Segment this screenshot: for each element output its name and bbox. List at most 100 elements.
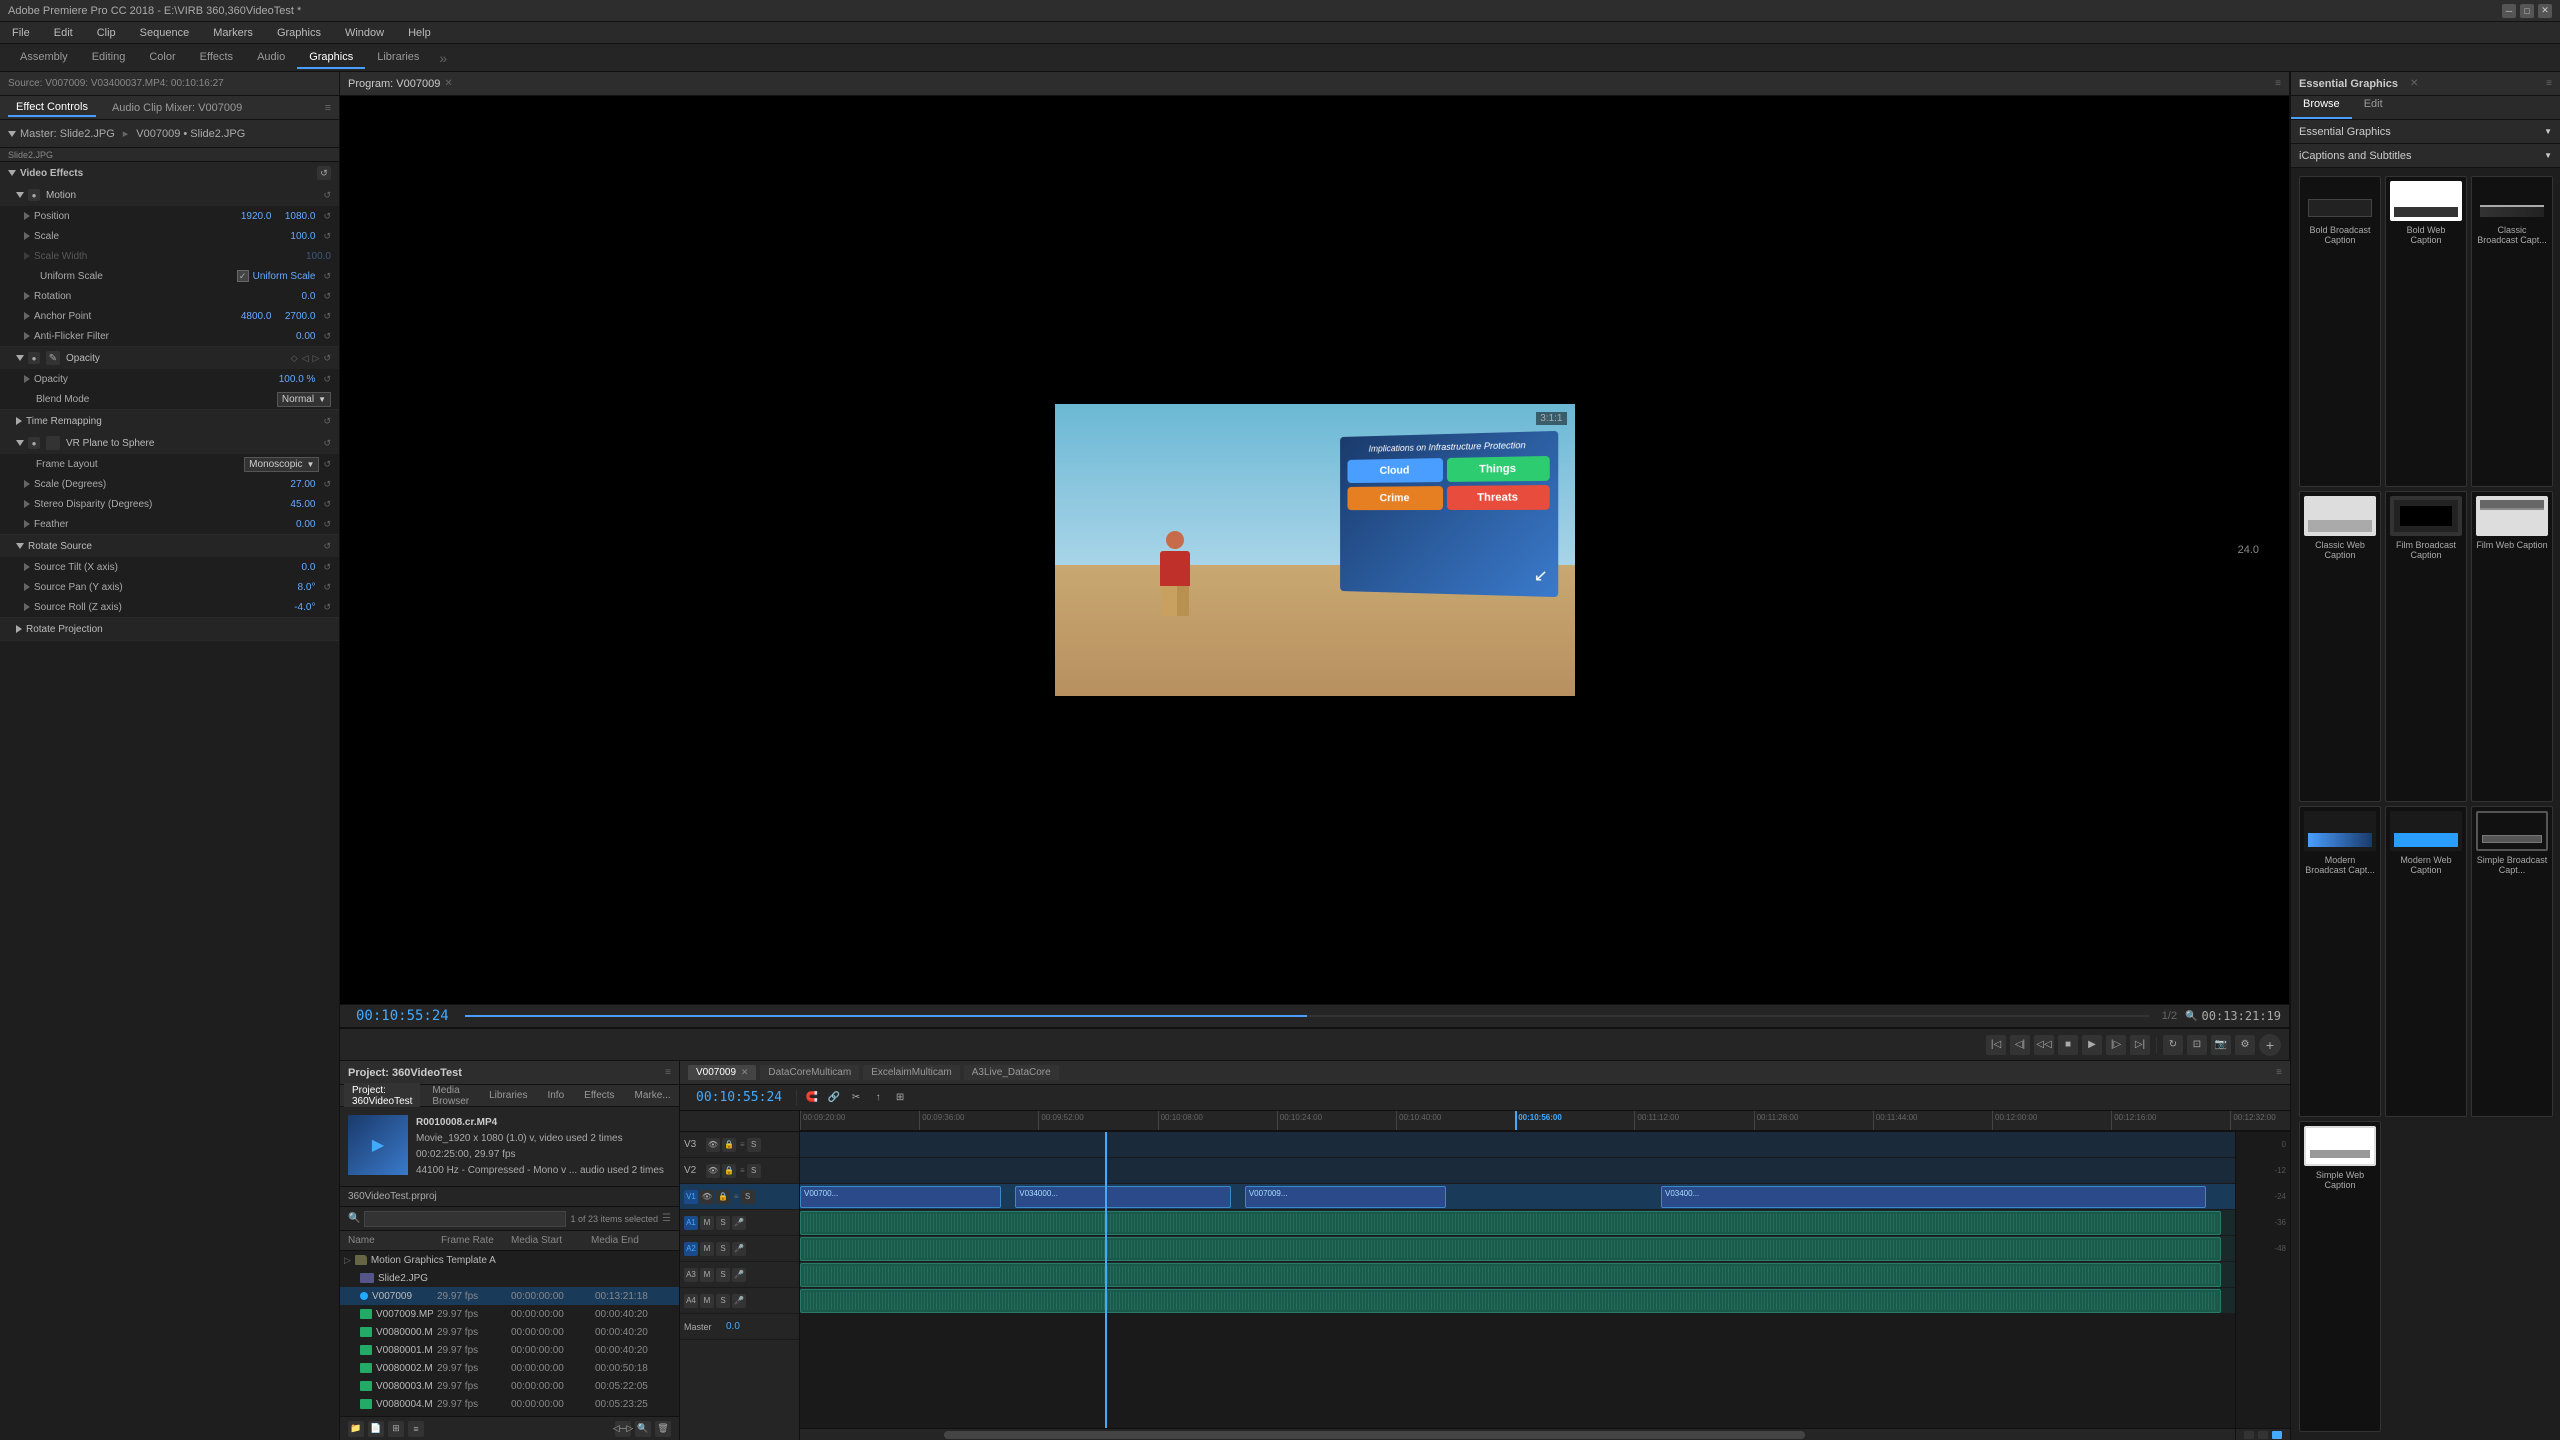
uniform-scale-reset[interactable]: ↺ (323, 271, 331, 282)
v2-lock-button[interactable]: 🔒 (722, 1164, 736, 1178)
timeline-h-scrollbar[interactable] (800, 1428, 2235, 1440)
program-close-icon[interactable]: ✕ (444, 78, 452, 89)
eg-panel-close-icon[interactable]: ✕ (2410, 78, 2418, 89)
v3-s-button[interactable]: S (747, 1138, 761, 1152)
frame-layout-reset[interactable]: ↺ (323, 459, 331, 470)
list-item[interactable]: V0080001.MP4 29.97 fps 00:00:00:00 00:00… (340, 1341, 679, 1359)
menu-edit[interactable]: Edit (50, 25, 77, 41)
a2-lane[interactable] (800, 1236, 2235, 1262)
list-item[interactable]: ▷ Motion Graphics Template A (340, 1251, 679, 1269)
blend-mode-dropdown[interactable]: Normal ▼ (277, 392, 331, 407)
a3-s-button[interactable]: S (716, 1268, 730, 1282)
a2-s-button[interactable]: S (716, 1242, 730, 1256)
position-reset[interactable]: ↺ (323, 211, 331, 222)
video-clip[interactable]: V034000... (1015, 1186, 1230, 1208)
play-reverse-button[interactable]: ◁◁ (2034, 1035, 2054, 1055)
a2-voice-button[interactable]: 🎤 (732, 1242, 746, 1256)
panel-menu-icon[interactable]: ≡ (325, 102, 331, 114)
opacity-enable-icon[interactable]: ● (28, 352, 40, 364)
workspace-tab-graphics[interactable]: Graphics (297, 47, 365, 69)
mini-btn-1[interactable] (2244, 1431, 2254, 1439)
audio-clip-a1[interactable] (800, 1211, 2221, 1235)
motion-reset[interactable]: ↺ (323, 190, 331, 201)
loop-button[interactable]: ↻ (2163, 1035, 2183, 1055)
uniform-scale-checkbox[interactable]: ✓ (237, 270, 249, 282)
template-classic-web[interactable]: Classic Web Caption (2299, 491, 2381, 802)
list-item[interactable]: V0080000.MP4 29.97 fps 00:00:00:00 00:00… (340, 1323, 679, 1341)
workspace-tab-color[interactable]: Color (137, 47, 187, 69)
video-clip[interactable]: V00700... (800, 1186, 1001, 1208)
timeline-ruler[interactable]: 00:09:20:00 00:09:36:00 00:09:52:00 00:1… (800, 1111, 2290, 1131)
mini-btn-3[interactable] (2272, 1431, 2282, 1439)
position-expand-icon[interactable] (24, 212, 30, 220)
template-simple-web[interactable]: Simple Web Caption (2299, 1121, 2381, 1432)
icon-view-button[interactable]: ⊞ (388, 1421, 404, 1437)
menu-help[interactable]: Help (404, 25, 435, 41)
step-back-button[interactable]: ◁| (2010, 1035, 2030, 1055)
a4-lane[interactable] (800, 1288, 2235, 1314)
vr-reset[interactable]: ↺ (323, 438, 331, 449)
feather-value[interactable]: 0.00 (275, 519, 315, 530)
roll-value[interactable]: -4.0° (275, 602, 315, 613)
anchor-x-value[interactable]: 4800.0 (231, 311, 271, 322)
audio-clip-a3[interactable] (800, 1263, 2221, 1287)
list-item[interactable]: V0080004.MP4 29.97 fps 00:00:00:00 00:05… (340, 1395, 679, 1413)
opacity-blend-icon[interactable]: ✎ (46, 351, 60, 365)
export-frame-button[interactable]: 📷 (2211, 1035, 2231, 1055)
rotate-projection-header[interactable]: Rotate Projection (0, 618, 339, 640)
rotation-reset[interactable]: ↺ (323, 291, 331, 302)
opacity-expand-icon[interactable] (24, 375, 30, 383)
minimize-button[interactable]: ─ (2502, 4, 2516, 18)
play-button[interactable]: ▶ (2082, 1035, 2102, 1055)
a2-m-button[interactable]: M (700, 1242, 714, 1256)
v1-target-button[interactable]: V1 (684, 1190, 698, 1204)
a1-s-button[interactable]: S (716, 1216, 730, 1230)
tab-libraries[interactable]: Libraries (481, 1088, 535, 1103)
safe-margins-button[interactable]: ⊡ (2187, 1035, 2207, 1055)
time-remapping-reset[interactable]: ↺ (323, 416, 331, 427)
v1-eye-button[interactable]: 👁 (700, 1190, 714, 1204)
snap-button[interactable]: 🧲 (803, 1089, 821, 1107)
antiflicker-reset[interactable]: ↺ (323, 331, 331, 342)
scale-reset[interactable]: ↺ (323, 231, 331, 242)
scale-degrees-value[interactable]: 27.00 (275, 479, 315, 490)
tilt-value[interactable]: 0.0 (275, 562, 315, 573)
a1-lane[interactable] (800, 1210, 2235, 1236)
timeline-tab-excelaim[interactable]: ExcelaimMulticam (863, 1065, 960, 1080)
a4-target-button[interactable]: A4 (684, 1294, 698, 1308)
search-button[interactable]: 🔍 (635, 1421, 651, 1437)
program-panel-menu[interactable]: ≡ (2275, 78, 2281, 89)
roll-reset[interactable]: ↺ (323, 602, 331, 613)
opacity-header[interactable]: ● ✎ Opacity ◇ ◁ ▷ ↺ (0, 347, 339, 369)
audio-clip-a2[interactable] (800, 1237, 2221, 1261)
tab-effects[interactable]: Effects (576, 1088, 622, 1103)
maximize-button[interactable]: □ (2520, 4, 2534, 18)
scale-value[interactable]: 100.0 (275, 231, 315, 242)
eg-panel-menu-icon[interactable]: ≡ (2546, 78, 2552, 89)
template-classic-broadcast[interactable]: Classic Broadcast Capt... (2471, 176, 2553, 487)
scale-degrees-reset[interactable]: ↺ (323, 479, 331, 490)
linked-selection-button[interactable]: 🔗 (825, 1089, 843, 1107)
v3-eye-button[interactable]: 👁 (706, 1138, 720, 1152)
template-modern-web[interactable]: Modern Web Caption (2385, 806, 2467, 1117)
opacity-value-reset[interactable]: ↺ (323, 374, 331, 385)
video-clip[interactable]: V03400... (1661, 1186, 2206, 1208)
opacity-prev-icon[interactable]: ◁ (302, 353, 309, 364)
project-search-input[interactable] (364, 1211, 566, 1227)
v2-s-button[interactable]: S (747, 1164, 761, 1178)
anchor-reset[interactable]: ↺ (323, 311, 331, 322)
position-x-value[interactable]: 1920.0 (231, 211, 271, 222)
tab-project[interactable]: Project: 360VideoTest (344, 1083, 420, 1109)
list-view-icon[interactable]: ☰ (662, 1213, 671, 1224)
a3-voice-button[interactable]: 🎤 (732, 1268, 746, 1282)
pan-expand-icon[interactable] (24, 583, 30, 591)
effect-controls-tab[interactable]: Effect Controls (8, 99, 96, 117)
tab-markers[interactable]: Marke... (627, 1088, 679, 1103)
list-item[interactable]: V0080003.MP4 29.97 fps 00:00:00:00 00:05… (340, 1377, 679, 1395)
stop-button[interactable]: ■ (2058, 1035, 2078, 1055)
a4-m-button[interactable]: M (700, 1294, 714, 1308)
feather-expand-icon[interactable] (24, 520, 30, 528)
v2-lane[interactable] (800, 1158, 2235, 1184)
scale-expand-icon[interactable] (24, 232, 30, 240)
project-panel-menu[interactable]: ≡ (665, 1067, 671, 1078)
